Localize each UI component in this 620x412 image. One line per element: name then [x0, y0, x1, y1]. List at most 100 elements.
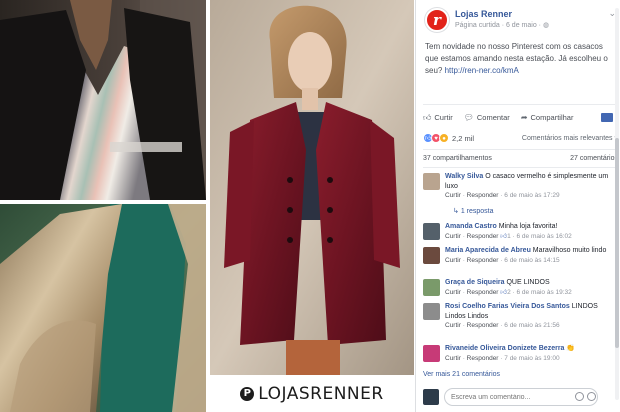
comment-item: Graça de Siqueira QUE LINDOS Curtir · Re…	[423, 278, 618, 300]
comment-body: Amanda Castro Minha loja favorita! Curti…	[445, 222, 618, 241]
brand-watermark: P LOJASRENNER	[210, 376, 414, 412]
comment-like-count[interactable]: 2	[507, 289, 511, 296]
wow-reaction-icon[interactable]: ●	[439, 133, 449, 143]
commenter-avatar[interactable]	[423, 247, 440, 264]
share-button[interactable]: ➦ Compartilhar	[521, 113, 574, 122]
commenter-avatar[interactable]	[423, 345, 440, 362]
comment-button[interactable]: 💬︎ Comentar	[464, 113, 510, 122]
photo-model-red-trench-coat[interactable]	[210, 0, 414, 375]
post-meta: Página curtida · 6 de maio · ◍	[455, 21, 549, 29]
comment-timestamp[interactable]: · 6 de maio às 17:29	[500, 192, 559, 199]
photo-collage: P LOJASRENNER	[0, 0, 414, 412]
comment-author[interactable]: Graça de Siqueira	[445, 279, 505, 286]
comment-reply-link[interactable]: Responder	[467, 192, 499, 199]
comment-bubble-icon: 💬︎	[463, 113, 474, 122]
facebook-post-panel: r Lojas Renner Página curtida · 6 de mai…	[415, 0, 620, 412]
comment-body: Graça de Siqueira QUE LINDOS Curtir · Re…	[445, 278, 618, 297]
comment-like-link[interactable]: Curtir	[445, 257, 461, 264]
comment-timestamp[interactable]: · 6 de maio às 21:56	[500, 322, 559, 329]
comment-reply-link[interactable]: Responder	[467, 322, 499, 329]
comment-reply-link[interactable]: Responder	[467, 355, 499, 362]
like-label: Curtir	[434, 113, 453, 122]
thumbs-up-icon: 👍︎	[423, 112, 432, 122]
view-replies-link[interactable]: ↳ 1 resposta	[453, 207, 494, 215]
camera-icon[interactable]	[587, 392, 596, 401]
comment-like-link[interactable]: Curtir	[445, 233, 461, 240]
photo-illustration	[210, 0, 414, 375]
commenter-avatar[interactable]	[423, 223, 440, 240]
page-avatar[interactable]: r	[425, 8, 449, 32]
comment-author[interactable]: Walky Silva	[445, 173, 483, 180]
replies-count: 1 resposta	[460, 208, 494, 215]
comment-reply-link[interactable]: Responder	[467, 289, 499, 296]
commenter-avatar[interactable]	[423, 303, 440, 320]
divider	[423, 104, 618, 105]
reply-arrow-icon: ↳	[453, 208, 459, 215]
share-as-icon[interactable]	[600, 113, 613, 122]
divider	[423, 149, 618, 150]
comment-text: Minha loja favorita!	[498, 223, 558, 230]
comment-like-link[interactable]: Curtir	[445, 289, 461, 296]
reactions-summary: 👍︎ ♥ ● 2,2 mil Comentários mais relevant…	[423, 131, 618, 145]
divider	[423, 167, 618, 168]
post-link[interactable]: http://ren-ner.co/kmA	[445, 66, 519, 75]
comment-item: Amanda Castro Minha loja favorita! Curti…	[423, 222, 618, 244]
current-user-avatar	[423, 389, 439, 405]
post-meta-text: Página curtida · 6 de maio ·	[455, 22, 541, 29]
brand-handle: LOJASRENNER	[258, 384, 384, 404]
comment-links: Curtir · Responder 👍︎2 · 6 de maio às 19…	[445, 288, 572, 296]
comment-text: 👏	[566, 345, 576, 352]
comment-timestamp[interactable]: · 6 de maio às 16:02	[513, 233, 572, 240]
comment-like-link[interactable]: Curtir	[445, 355, 461, 362]
share-arrow-icon: ➦	[520, 113, 528, 122]
comment-item: Walky Silva O casaco vermelho é simplesm…	[423, 172, 618, 218]
comment-like-link[interactable]: Curtir	[445, 192, 461, 199]
reactions-count[interactable]: 2,2 mil	[452, 134, 474, 143]
comment-author[interactable]: Rosi Coelho Farias Vieira Dos Santos	[445, 303, 570, 310]
comment-timestamp[interactable]: · 7 de maio às 19:00	[500, 355, 559, 362]
comments-count[interactable]: 27 comentários	[570, 155, 618, 162]
comment-author[interactable]: Rivaneide Oliveira Donizete Bezerra	[445, 345, 564, 352]
page-name-link[interactable]: Lojas Renner	[455, 9, 512, 19]
comment-item: Rivaneide Oliveira Donizete Bezerra 👏 Cu…	[423, 344, 618, 366]
share-label: Compartilhar	[530, 113, 574, 122]
comment-body: Walky Silva O casaco vermelho é simplesm…	[445, 172, 618, 201]
pinterest-icon: P	[240, 387, 255, 401]
commenter-avatar[interactable]	[423, 279, 440, 296]
like-button[interactable]: 👍︎ Curtir	[423, 113, 453, 123]
comment-timestamp[interactable]: · 6 de maio às 14:15	[500, 257, 559, 264]
scrollbar-thumb[interactable]	[615, 138, 619, 348]
comment-text: QUE LINDOS	[506, 279, 550, 286]
comment-links: Curtir · Responder · 6 de maio às 17:29	[445, 192, 560, 199]
comment-item: Rosi Coelho Farias Vieira Dos Santos LIN…	[423, 302, 618, 342]
shares-comments-row: 37 compartilhamentos 27 comentários	[423, 155, 618, 162]
photo-striped-dress-black-coat[interactable]	[0, 0, 206, 200]
photo-gold-jacket-green-top[interactable]	[0, 204, 206, 412]
photo-illustration	[0, 204, 206, 412]
comment-like-link[interactable]: Curtir	[445, 322, 461, 329]
scrollbar[interactable]	[615, 8, 619, 400]
commenter-avatar[interactable]	[423, 173, 440, 190]
comment-label: Comentar	[476, 113, 510, 122]
comment-reply-link[interactable]: Responder	[467, 233, 499, 240]
comment-links: Curtir · Responder · 7 de maio às 19:00	[445, 354, 560, 362]
comment-like-count[interactable]: 1	[507, 233, 511, 240]
post-actions-bar: 👍︎ Curtir 💬︎ Comentar ➦ Compartilhar ▾	[423, 109, 618, 126]
comment-sort-dropdown[interactable]: Comentários mais relevantes ▾	[522, 134, 618, 142]
post-text: Tem novidade no nosso Pinterest com os c…	[425, 41, 615, 77]
comment-links: Curtir · Responder 👍︎1 · 6 de maio às 16…	[445, 232, 572, 240]
comment-item: Maria Aparecida de Abreu Maravilhoso mui…	[423, 246, 618, 276]
view-more-comments-link[interactable]: Ver mais 21 comentários	[423, 371, 500, 378]
comment-author[interactable]: Amanda Castro	[445, 223, 497, 230]
comment-author[interactable]: Maria Aparecida de Abreu	[445, 247, 531, 254]
globe-icon: ◍	[542, 22, 550, 29]
comment-reply-link[interactable]: Responder	[467, 257, 499, 264]
emoji-icon[interactable]	[575, 392, 584, 401]
comment-body: Maria Aparecida de Abreu Maravilhoso mui…	[445, 246, 618, 265]
comment-text: Maravilhoso muito lindo	[532, 247, 607, 254]
comment-timestamp[interactable]: · 6 de maio às 19:32	[513, 289, 572, 296]
comment-body: Rosi Coelho Farias Vieira Dos Santos LIN…	[445, 302, 618, 331]
comment-body: Rivaneide Oliveira Donizete Bezerra 👏 Cu…	[445, 344, 618, 363]
shares-count[interactable]: 37 compartilhamentos	[423, 155, 492, 162]
post-header: r Lojas Renner Página curtida · 6 de mai…	[423, 6, 618, 34]
